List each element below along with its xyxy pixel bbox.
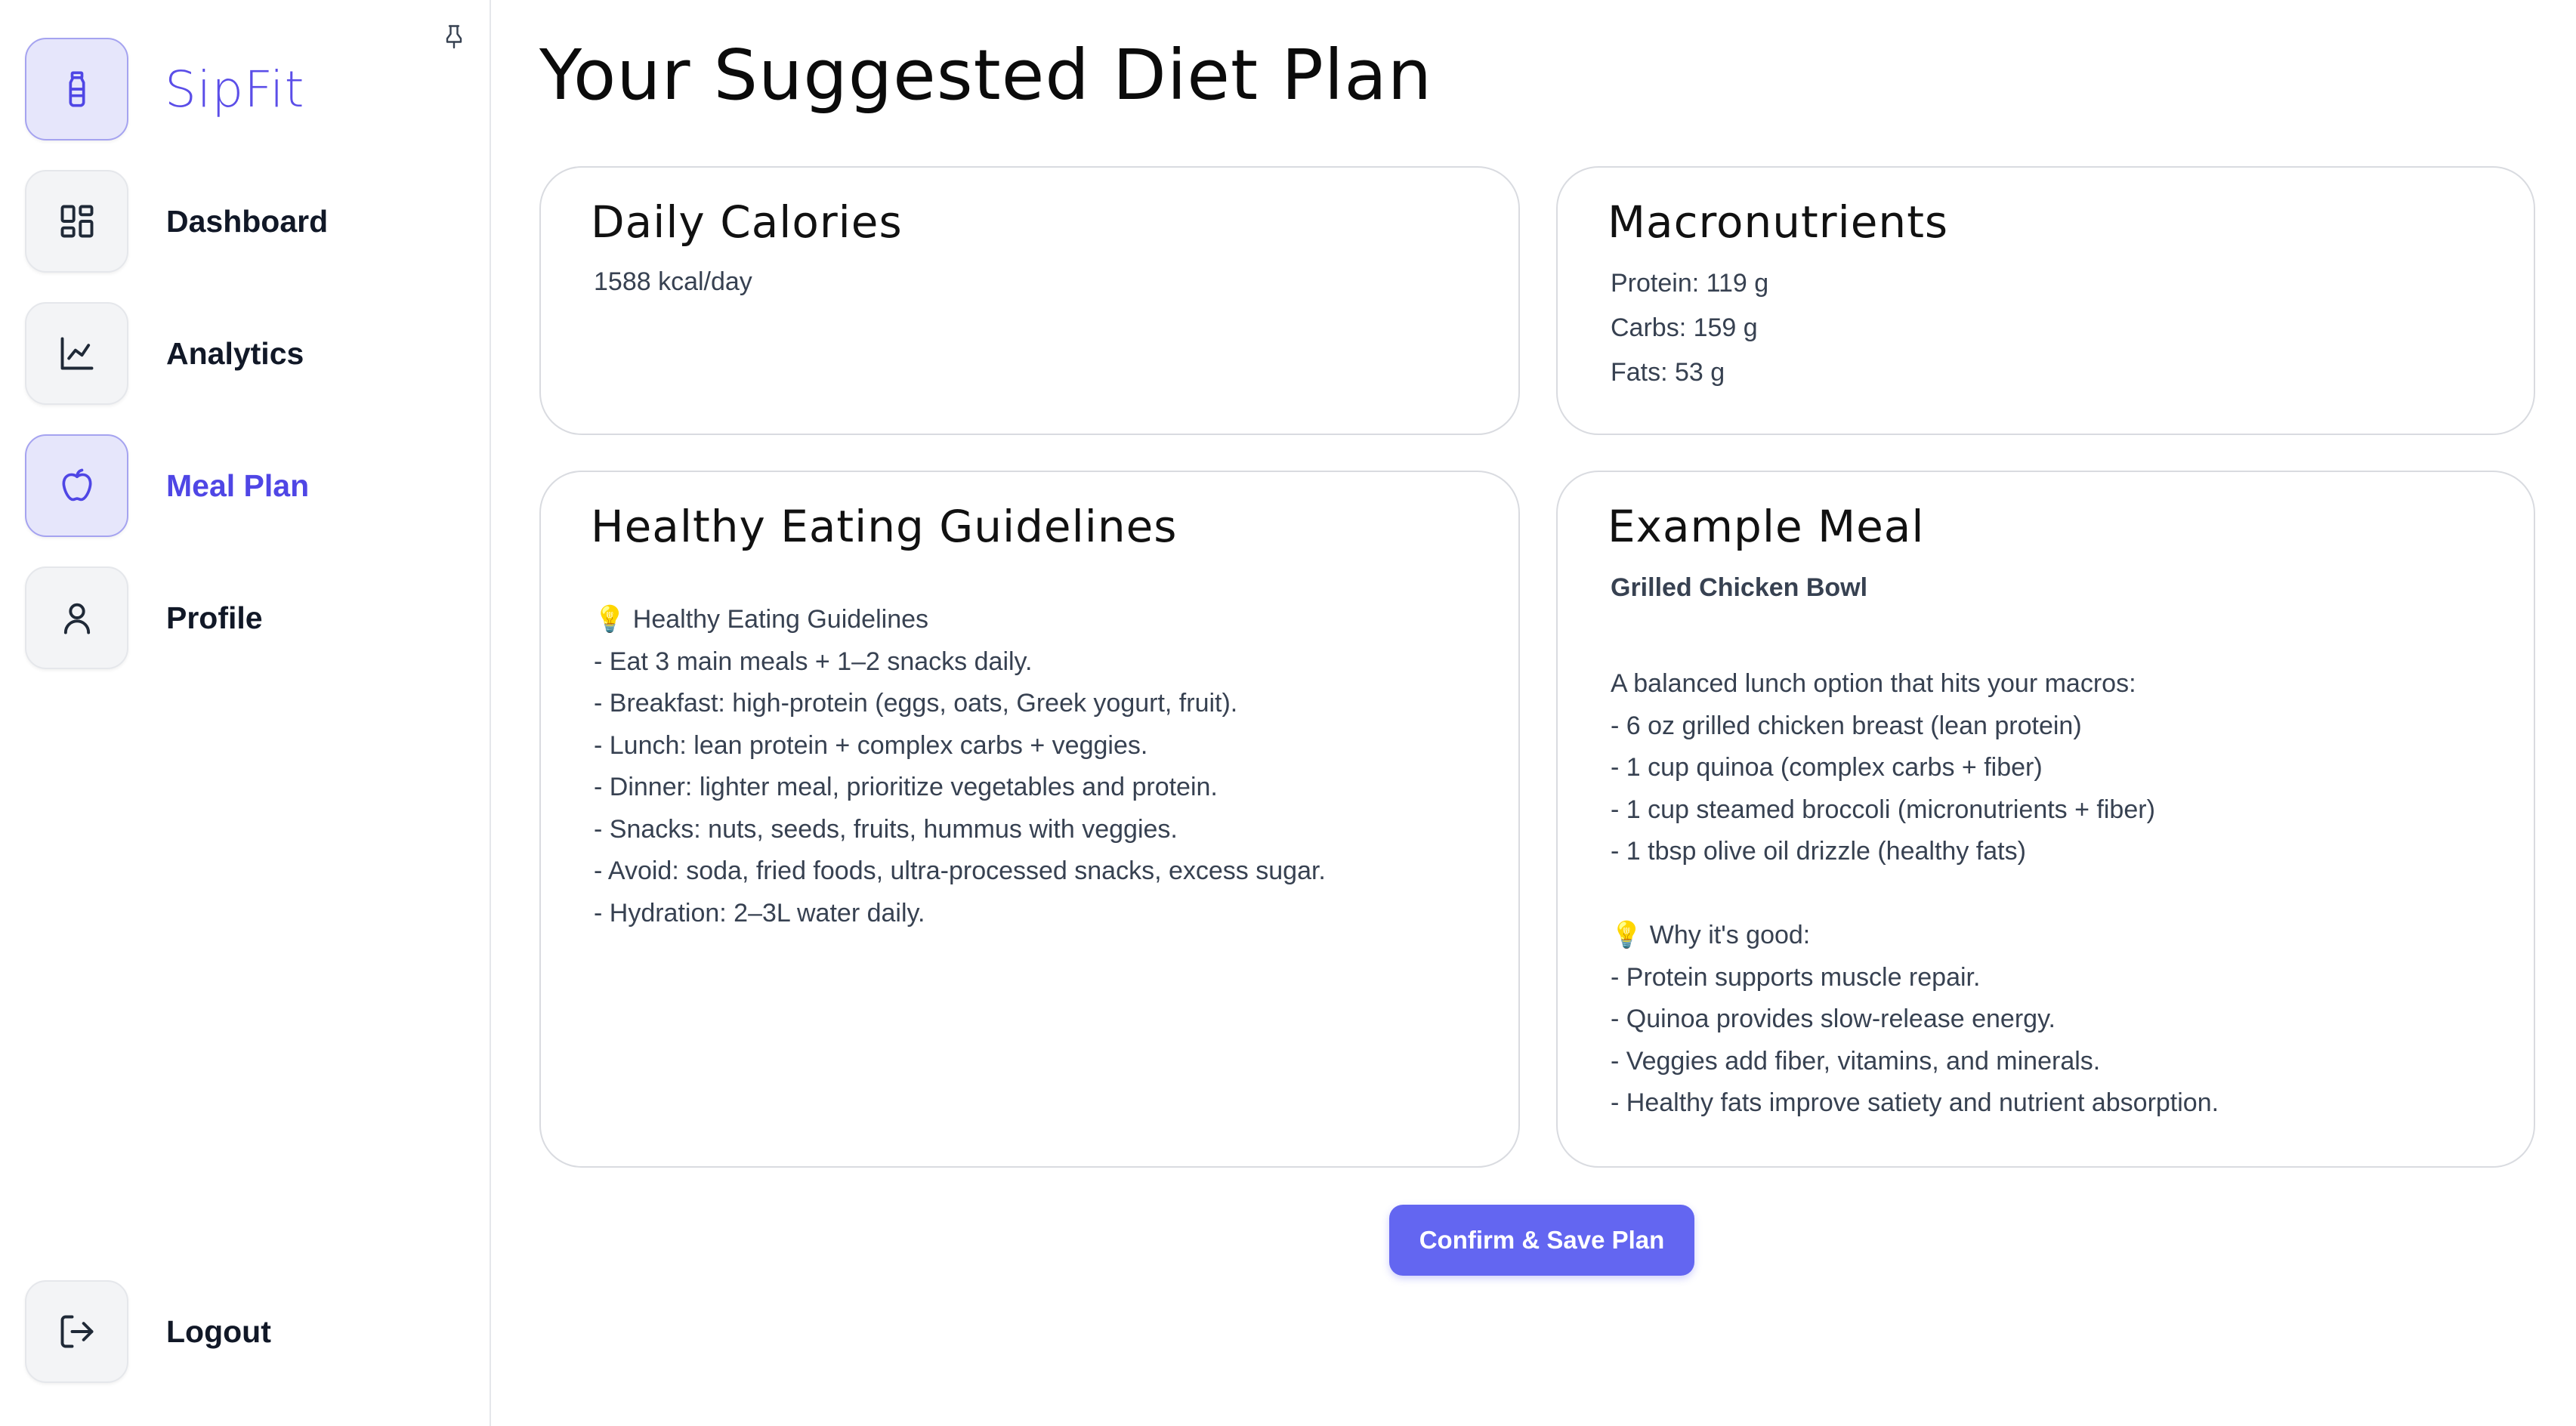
- meal-line: - 1 cup steamed broccoli (micronutrients…: [1611, 795, 2155, 824]
- bottle-logo-icon: [25, 38, 128, 140]
- meal-line: - Healthy fats improve satiety and nutri…: [1611, 1088, 2219, 1117]
- guidelines-text: 💡 Healthy Eating Guidelines - Eat 3 main…: [594, 599, 1469, 934]
- logout-button[interactable]: Logout: [25, 1280, 271, 1383]
- meal-line: A balanced lunch option that hits your m…: [1611, 669, 2136, 698]
- guideline-line: - Lunch: lean protein + complex carbs + …: [594, 730, 1148, 760]
- sidebar-item-label: Meal Plan: [166, 468, 310, 503]
- logout-label: Logout: [166, 1313, 271, 1349]
- calories-value: 1588 kcal/day: [594, 267, 752, 296]
- guideline-line: - Avoid: soda, fried foods, ultra-proces…: [594, 857, 1326, 885]
- brand-logo[interactable]: SipFit: [25, 38, 305, 140]
- line-chart-icon: [25, 302, 128, 405]
- sidebar-item-meal-plan[interactable]: Meal Plan: [25, 434, 309, 537]
- logout-icon: [25, 1280, 128, 1383]
- meal-line: - Quinoa provides slow-release energy.: [1611, 1005, 2056, 1033]
- user-icon: [25, 566, 128, 669]
- meal-line: - 6 oz grilled chicken breast (lean prot…: [1611, 711, 2082, 740]
- dashboard-grid-icon: [25, 170, 128, 273]
- example-meal-card: Example Meal Grilled Chicken Bowl A bala…: [1556, 471, 2535, 1168]
- page-title: Your Suggested Diet Plan: [539, 35, 1433, 116]
- apple-icon: [25, 434, 128, 537]
- sidebar-item-analytics[interactable]: Analytics: [25, 302, 304, 405]
- sidebar-item-label: Analytics: [166, 335, 304, 371]
- pin-icon[interactable]: [440, 21, 468, 51]
- brand-name: SipFit: [165, 60, 305, 119]
- sidebar: SipFit Dashboard Analytics Meal Plan Pro…: [0, 0, 491, 1426]
- meal-line: - 1 cup quinoa (complex carbs + fiber): [1611, 753, 2043, 782]
- sidebar-item-dashboard[interactable]: Dashboard: [25, 170, 328, 273]
- sidebar-item-label: Dashboard: [166, 203, 329, 239]
- macronutrients-card: Macronutrients Protein: 119 g Carbs: 159…: [1556, 166, 2535, 435]
- guideline-line: - Hydration: 2–3L water daily.: [594, 898, 925, 928]
- meal-description: A balanced lunch option that hits your m…: [1611, 663, 2484, 1125]
- meal-line: - 1 tbsp olive oil drizzle (healthy fats…: [1611, 837, 2026, 866]
- card-title: Healthy Eating Guidelines: [591, 501, 1178, 552]
- protein-value: Protein: 119 g: [1611, 269, 1769, 298]
- guideline-line: - Dinner: lighter meal, prioritize veget…: [594, 773, 1218, 801]
- meal-line: - Protein supports muscle repair.: [1611, 962, 1981, 992]
- guideline-line: 💡 Healthy Eating Guidelines: [594, 605, 929, 634]
- guideline-line: - Breakfast: high-protein (eggs, oats, G…: [594, 689, 1238, 718]
- daily-calories-card: Daily Calories 1588 kcal/day: [539, 166, 1520, 435]
- confirm-save-plan-button[interactable]: Confirm & Save Plan: [1389, 1205, 1694, 1276]
- sidebar-item-label: Profile: [166, 600, 263, 635]
- meal-line: 💡 Why it's good:: [1611, 921, 1811, 949]
- meal-line: [1611, 873, 2484, 915]
- guideline-line: - Eat 3 main meals + 1–2 snacks daily.: [594, 647, 1033, 676]
- carbs-value: Carbs: 159 g: [1611, 313, 1758, 342]
- meal-line: - Veggies add fiber, vitamins, and miner…: [1611, 1046, 2101, 1076]
- card-title: Macronutrients: [1608, 196, 1949, 248]
- card-title: Example Meal: [1608, 501, 1925, 552]
- card-title: Daily Calories: [591, 196, 903, 248]
- sidebar-item-profile[interactable]: Profile: [25, 566, 263, 669]
- fats-value: Fats: 53 g: [1611, 358, 1725, 387]
- guidelines-card: Healthy Eating Guidelines 💡 Healthy Eati…: [539, 471, 1520, 1168]
- meal-name: Grilled Chicken Bowl: [1611, 573, 1868, 602]
- guideline-line: - Snacks: nuts, seeds, fruits, hummus wi…: [594, 814, 1178, 844]
